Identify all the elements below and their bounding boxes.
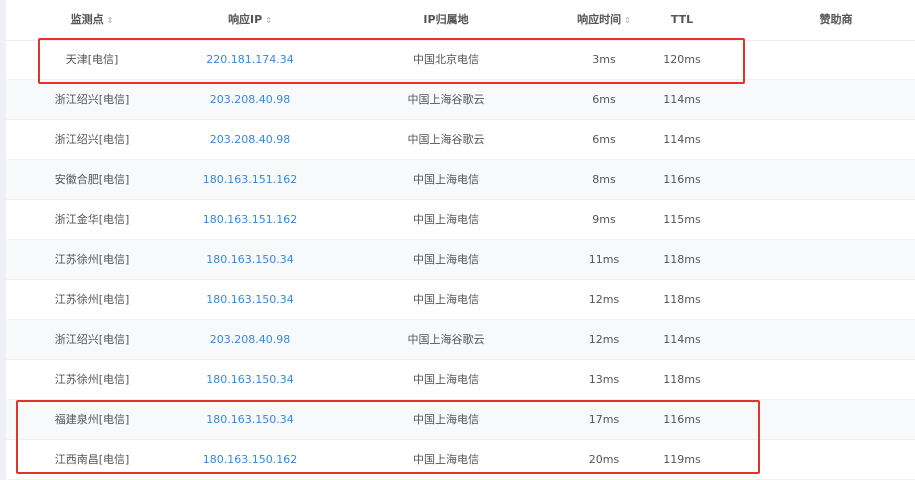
- monitor-point-cell: 天津[电信]: [65, 53, 119, 66]
- response-ip-link[interactable]: 203.208.40.98: [190, 120, 310, 160]
- ip-location-cell: 中国上海电信: [413, 453, 479, 466]
- response-ip-link[interactable]: 203.208.40.98: [190, 320, 310, 360]
- monitor-point-cell: 浙江绍兴[电信]: [54, 93, 130, 106]
- column-header-sponsor-label: 赞助商: [819, 13, 853, 26]
- table-row: 浙江绍兴[电信] 203.208.40.98 中国上海谷歌云 6ms 114ms: [6, 120, 915, 160]
- sponsor-cell: [786, 200, 886, 240]
- monitor-point-cell: 浙江绍兴[电信]: [54, 133, 130, 146]
- monitor-point-cell: 江苏徐州[电信]: [54, 253, 130, 266]
- column-header-ip[interactable]: 响应IP ⇕: [190, 0, 310, 40]
- response-time-cell: 12ms: [588, 293, 620, 306]
- table-row: 江西南昌[电信] 180.163.150.162 中国上海电信 20ms 119ms: [6, 440, 915, 480]
- table-row: 江苏徐州[电信] 180.163.150.34 中国上海电信 13ms 118ms: [6, 360, 915, 400]
- column-header-time[interactable]: 响应时间 ⇕: [562, 0, 646, 40]
- response-time-cell: 9ms: [592, 213, 616, 226]
- table-header: 监测点 ⇕ 响应IP ⇕ IP归属地 响应时间 ⇕ TTL 赞助商: [6, 0, 915, 41]
- monitor-point-cell: 福建泉州[电信]: [54, 413, 130, 426]
- table-row: 浙江绍兴[电信] 203.208.40.98 中国上海谷歌云 12ms 114ms: [6, 320, 915, 360]
- sponsor-cell: [786, 120, 886, 160]
- sponsor-cell: [786, 360, 886, 400]
- ip-location-cell: 中国北京电信: [413, 53, 479, 66]
- column-header-sponsor: 赞助商: [786, 0, 886, 40]
- response-time-cell: 6ms: [592, 93, 616, 106]
- column-header-ttl-label: TTL: [670, 13, 694, 26]
- column-header-time-label: 响应时间: [577, 13, 622, 26]
- sponsor-cell: [786, 40, 886, 80]
- sponsor-cell: [786, 440, 886, 480]
- sort-arrows-icon[interactable]: ⇕: [624, 16, 631, 25]
- column-header-point-label: 监测点: [70, 13, 104, 26]
- sponsor-cell: [786, 160, 886, 200]
- column-header-ip-label: 响应IP: [228, 13, 263, 26]
- monitor-point-cell: 浙江金华[电信]: [54, 213, 130, 226]
- ttl-cell: 119ms: [663, 453, 701, 466]
- response-time-cell: 12ms: [588, 333, 620, 346]
- monitor-point-cell: 浙江绍兴[电信]: [54, 333, 130, 346]
- response-ip-link[interactable]: 180.163.151.162: [190, 200, 310, 240]
- monitor-point-cell: 江苏徐州[电信]: [54, 293, 130, 306]
- ttl-cell: 115ms: [663, 213, 701, 226]
- sponsor-cell: [786, 280, 886, 320]
- ttl-cell: 118ms: [663, 253, 701, 266]
- response-time-cell: 11ms: [588, 253, 620, 266]
- ttl-cell: 116ms: [663, 413, 701, 426]
- response-ip-link[interactable]: 180.163.150.34: [190, 360, 310, 400]
- response-ip-link[interactable]: 220.181.174.34: [190, 40, 310, 80]
- ip-location-cell: 中国上海电信: [413, 253, 479, 266]
- sort-arrows-icon[interactable]: ⇕: [107, 16, 114, 25]
- ip-location-cell: 中国上海电信: [413, 373, 479, 386]
- response-ip-link[interactable]: 180.163.150.34: [190, 240, 310, 280]
- response-time-cell: 3ms: [592, 53, 616, 66]
- ip-location-cell: 中国上海谷歌云: [407, 133, 485, 146]
- table-row: 天津[电信] 220.181.174.34 中国北京电信 3ms 120ms: [6, 40, 915, 80]
- table-row: 江苏徐州[电信] 180.163.150.34 中国上海电信 11ms 118ms: [6, 240, 915, 280]
- ip-location-cell: 中国上海电信: [413, 173, 479, 186]
- column-header-ttl: TTL: [646, 0, 718, 40]
- ttl-cell: 114ms: [663, 93, 701, 106]
- ip-location-cell: 中国上海电信: [413, 213, 479, 226]
- table-row: 福建泉州[电信] 180.163.150.34 中国上海电信 17ms 116ms: [6, 400, 915, 440]
- response-time-cell: 13ms: [588, 373, 620, 386]
- response-ip-link[interactable]: 180.163.150.34: [190, 280, 310, 320]
- monitor-point-cell: 江西南昌[电信]: [54, 453, 130, 466]
- sort-arrows-icon[interactable]: ⇕: [265, 16, 272, 25]
- table-body: 天津[电信] 220.181.174.34 中国北京电信 3ms 120ms 浙江绍兴[电…: [6, 40, 915, 480]
- table-row: 浙江绍兴[电信] 203.208.40.98 中国上海谷歌云 6ms 114ms: [6, 80, 915, 120]
- table-row: 安徽合肥[电信] 180.163.151.162 中国上海电信 8ms 116ms: [6, 160, 915, 200]
- ttl-cell: 120ms: [663, 53, 701, 66]
- ip-location-cell: 中国上海电信: [413, 293, 479, 306]
- response-time-cell: 8ms: [592, 173, 616, 186]
- response-time-cell: 17ms: [588, 413, 620, 426]
- response-ip-link[interactable]: 180.163.150.162: [190, 440, 310, 480]
- sponsor-cell: [786, 400, 886, 440]
- table-row: 江苏徐州[电信] 180.163.150.34 中国上海电信 12ms 118ms: [6, 280, 915, 320]
- monitor-point-cell: 江苏徐州[电信]: [54, 373, 130, 386]
- ttl-cell: 118ms: [663, 293, 701, 306]
- ttl-cell: 118ms: [663, 373, 701, 386]
- ip-location-cell: 中国上海电信: [413, 413, 479, 426]
- column-header-location-label: IP归属地: [423, 13, 469, 26]
- ip-location-cell: 中国上海谷歌云: [407, 333, 485, 346]
- response-ip-link[interactable]: 203.208.40.98: [190, 80, 310, 120]
- column-header-point[interactable]: 监测点 ⇕: [42, 0, 142, 40]
- ttl-cell: 116ms: [663, 173, 701, 186]
- sponsor-cell: [786, 320, 886, 360]
- ip-location-cell: 中国上海谷歌云: [407, 93, 485, 106]
- sponsor-cell: [786, 80, 886, 120]
- ping-results-table: 监测点 ⇕ 响应IP ⇕ IP归属地 响应时间 ⇕ TTL 赞助商 天津[电信] 220…: [0, 0, 915, 480]
- ttl-cell: 114ms: [663, 333, 701, 346]
- column-header-location: IP归属地: [366, 0, 526, 40]
- sponsor-cell: [786, 240, 886, 280]
- response-time-cell: 20ms: [588, 453, 620, 466]
- response-ip-link[interactable]: 180.163.150.34: [190, 400, 310, 440]
- table-row: 浙江金华[电信] 180.163.151.162 中国上海电信 9ms 115ms: [6, 200, 915, 240]
- monitor-point-cell: 安徽合肥[电信]: [54, 173, 130, 186]
- response-time-cell: 6ms: [592, 133, 616, 146]
- response-ip-link[interactable]: 180.163.151.162: [190, 160, 310, 200]
- ttl-cell: 114ms: [663, 133, 701, 146]
